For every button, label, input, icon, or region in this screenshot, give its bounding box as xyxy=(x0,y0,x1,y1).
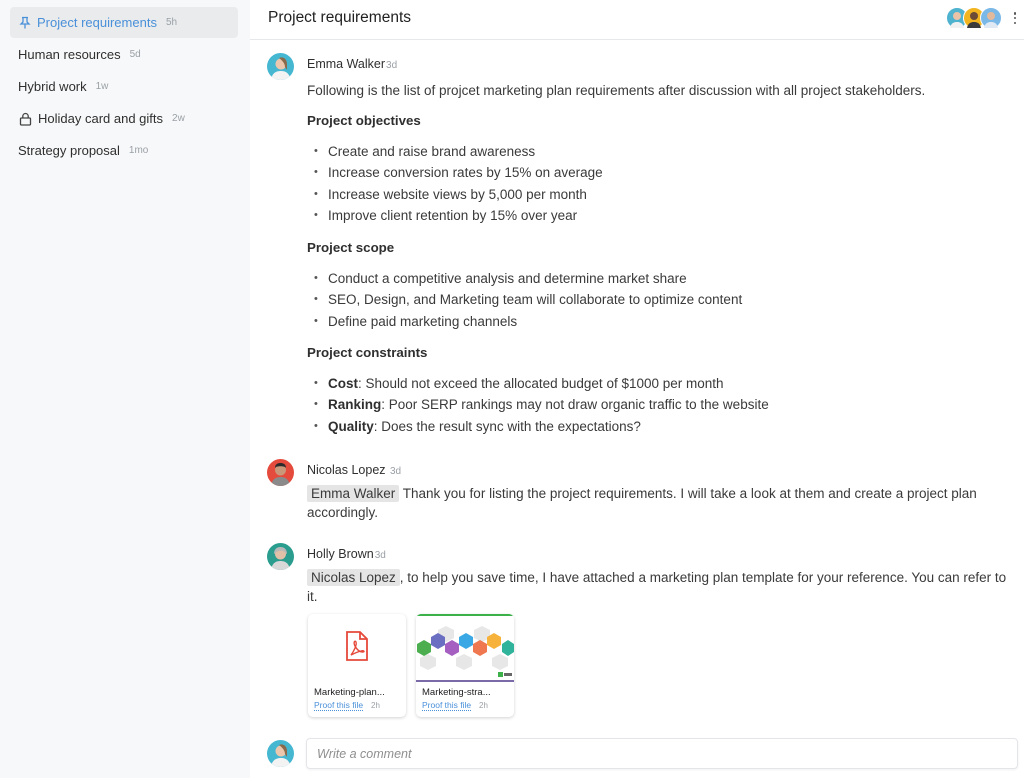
list-item: Conduct a competitive analysis and deter… xyxy=(307,268,742,290)
constraint-label: Cost xyxy=(328,376,358,391)
constraint-text: : Does the result sync with the expectat… xyxy=(373,418,641,434)
conversation-panel: Project requirements Emma Walker3d Follo… xyxy=(250,0,1024,778)
avatar-holly-brown xyxy=(267,543,294,570)
page-title: Project requirements xyxy=(268,9,412,26)
message-intro: Following is the list of projcet marketi… xyxy=(307,83,926,98)
author-name[interactable]: Nicolas Lopez xyxy=(307,463,386,477)
message-time: 3d xyxy=(390,466,402,477)
section-heading: Project scope xyxy=(307,240,395,255)
constraints-list: Cost: Should not exceed the allocated bu… xyxy=(307,373,769,437)
message-time: 3d xyxy=(374,550,386,561)
constraint-label: Ranking xyxy=(328,397,382,413)
avatar-emma-walker xyxy=(267,53,294,80)
attachment-age: 2h xyxy=(479,701,488,710)
list-item: Create and raise brand awareness xyxy=(307,141,603,163)
list-item: Increase website views by 5,000 per mont… xyxy=(307,184,603,206)
message-text: Thank you for listing the project requir… xyxy=(307,486,977,520)
mention-tag[interactable]: Emma Walker xyxy=(307,485,400,502)
message-author: Holly Brown3d xyxy=(307,547,386,561)
image-thumbnail xyxy=(416,614,514,682)
sidebar-item-label: Holiday card and gifts xyxy=(38,111,164,126)
list-item: Quality: Does the result sync with the e… xyxy=(307,416,769,438)
attachment-card-image[interactable]: Marketing-stra... Proof this file 2h xyxy=(416,614,514,717)
message-author: Emma Walker3d xyxy=(307,57,397,71)
message-author: Nicolas Lopez 3d xyxy=(307,463,401,477)
comment-box[interactable] xyxy=(306,738,1018,769)
objectives-list: Create and raise brand awareness Increas… xyxy=(307,141,603,226)
attachment-name: Marketing-plan... xyxy=(314,687,385,698)
sidebar-item-label: Project requirements xyxy=(37,15,157,30)
sidebar-item-label: Strategy proposal xyxy=(18,143,120,158)
author-name[interactable]: Holly Brown xyxy=(307,547,374,561)
conversation-header: Project requirements xyxy=(250,0,1024,40)
sidebar-item-label: Hybrid work xyxy=(18,79,87,94)
list-item: Improve client retention by 15% over yea… xyxy=(307,205,603,227)
section-heading: Project objectives xyxy=(307,113,421,128)
section-heading: Project constraints xyxy=(307,345,428,360)
constraint-text: : Poor SERP rankings may not draw organi… xyxy=(381,397,769,413)
list-item: SEO, Design, and Marketing team will col… xyxy=(307,289,742,311)
sidebar-item-strategy-proposal[interactable]: Strategy proposal 1mo xyxy=(10,135,238,166)
attachment-age: 2h xyxy=(371,701,380,710)
sidebar-item-age: 1mo xyxy=(128,145,149,156)
message-body: Emma Walker Thank you for listing the pr… xyxy=(307,484,1007,522)
mention-tag[interactable]: Nicolas Lopez xyxy=(307,569,400,586)
lock-icon xyxy=(18,112,32,126)
avatar-current-user xyxy=(267,740,294,767)
proof-file-link[interactable]: Proof this file xyxy=(314,700,364,711)
sidebar-item-project-requirements[interactable]: Project requirements 5h xyxy=(10,7,238,38)
list-item: Define paid marketing channels xyxy=(307,311,742,333)
comment-input[interactable] xyxy=(307,739,1017,768)
list-item: Increase conversion rates by 15% on aver… xyxy=(307,162,603,184)
pdf-icon xyxy=(345,631,369,666)
author-name[interactable]: Emma Walker xyxy=(307,57,385,71)
scope-list: Conduct a competitive analysis and deter… xyxy=(307,268,742,332)
message-body: Nicolas Lopez, to help you save time, I … xyxy=(307,568,1007,606)
sidebar-item-age: 5d xyxy=(129,49,141,60)
list-item: Ranking: Poor SERP rankings may not draw… xyxy=(307,394,769,416)
message-text: , to help you save time, I have attached… xyxy=(307,570,1007,604)
constraint-label: Quality xyxy=(328,418,374,434)
sidebar-item-hybrid-work[interactable]: Hybrid work 1w xyxy=(10,71,238,102)
sidebar-item-label: Human resources xyxy=(18,47,121,62)
sidebar-item-age: 2w xyxy=(172,113,185,124)
list-item: Cost: Should not exceed the allocated bu… xyxy=(307,373,769,395)
proof-file-link[interactable]: Proof this file xyxy=(422,700,472,711)
message-time: 3d xyxy=(386,60,398,71)
avatar-nicolas-lopez xyxy=(267,459,294,486)
sidebar-item-human-resources[interactable]: Human resources 5d xyxy=(10,39,238,70)
sidebar-item-holiday-card[interactable]: Holiday card and gifts 2w xyxy=(10,103,238,134)
more-options-icon[interactable] xyxy=(1010,10,1020,26)
pin-icon xyxy=(18,16,32,30)
participants-avatars[interactable] xyxy=(946,7,1002,29)
constraint-text: : Should not exceed the allocated budget… xyxy=(358,376,724,391)
sidebar: Project requirements 5h Human resources … xyxy=(0,0,250,778)
avatar[interactable] xyxy=(980,7,1002,29)
attachment-card-pdf[interactable]: Marketing-plan... Proof this file 2h xyxy=(308,614,406,717)
attachment-name: Marketing-stra... xyxy=(422,687,491,698)
sidebar-item-age: 1w xyxy=(95,81,109,92)
sidebar-item-age: 5h xyxy=(165,17,178,28)
